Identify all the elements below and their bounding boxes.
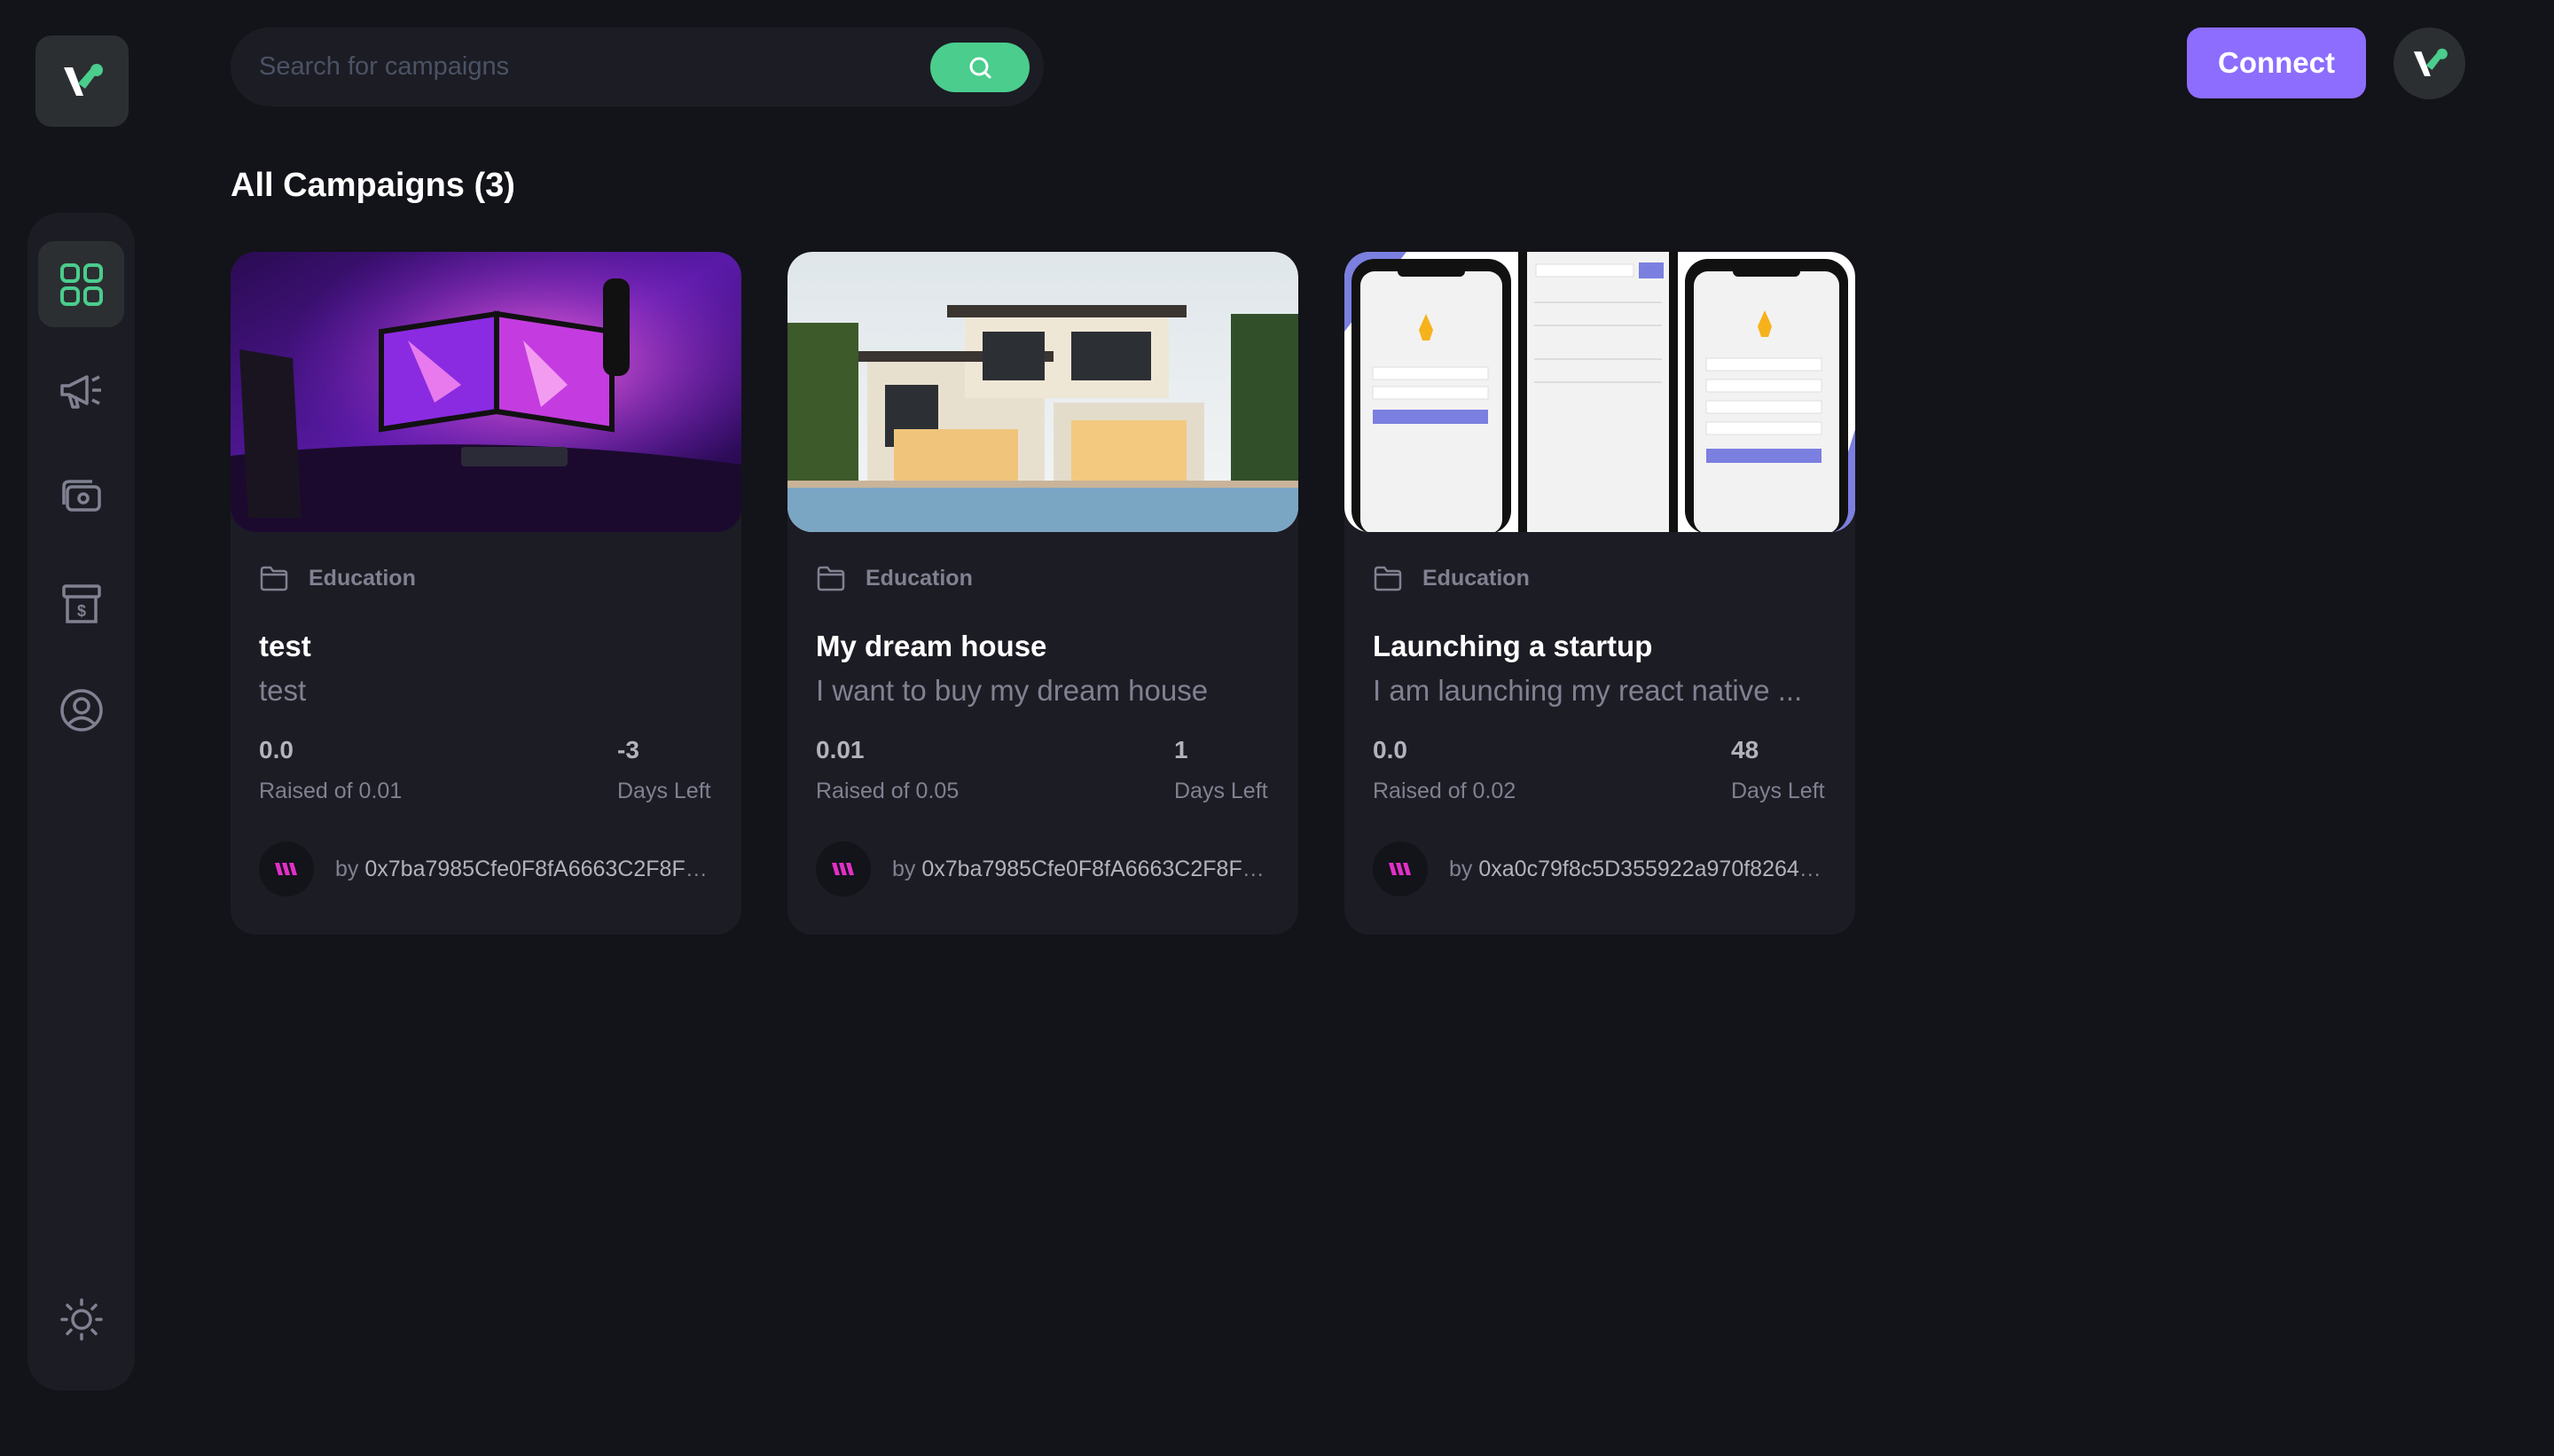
owner-id: 0xa0c79f8c5D355922a970f8264f... [1478,856,1821,881]
thirdweb-icon [832,863,854,875]
days-left-value: 48 [1731,736,1759,763]
amount-collected: 0.0 [259,736,294,763]
owner-avatar [816,842,871,896]
campaign-list: Education test test 0.0 Raised of 0.01 -… [231,252,1855,935]
owner-avatar [1373,842,1428,896]
profile-icon [59,688,103,732]
sidebar-item-payment[interactable] [38,454,124,540]
owner-prefix: by [335,856,365,881]
search-bar [231,27,1044,106]
thirdweb-icon [1389,863,1411,875]
campaign-description: I am launching my react native ... [1373,674,1803,707]
category-row: Education [1373,562,1827,594]
owner-prefix: by [892,856,922,881]
category-row: Education [259,562,713,594]
owner-address: by 0xa0c79f8c5D355922a970f8264f... [1449,857,1821,882]
category-label: Education [309,565,416,591]
sun-icon [59,1297,103,1341]
owner-row: by 0x7ba7985Cfe0F8fA6663C2F8Fc... [816,842,1270,896]
logo-icon [63,63,103,96]
days-left-label: Days Left [617,779,711,803]
campaign-title: test [259,630,311,662]
campaign-description: I want to buy my dream house [816,674,1209,707]
days-left-value: 1 [1174,736,1188,763]
days-left-value: -3 [617,736,639,763]
svg-text:$: $ [76,602,85,620]
campaign-image [1344,252,1855,532]
days-left-label: Days Left [1731,779,1825,803]
search-icon [969,57,991,78]
owner-row: by 0xa0c79f8c5D355922a970f8264f... [1373,842,1827,896]
category-row: Education [816,562,1270,594]
sidebar-item-dashboard[interactable] [38,241,124,327]
campaign-image [787,252,1298,532]
sidebar-item-profile[interactable] [38,667,124,753]
owner-id: 0x7ba7985Cfe0F8fA6663C2F8Fc... [921,856,1265,881]
campaign-image [231,252,741,532]
theme-toggle[interactable] [38,1276,124,1362]
campaign-title: My dream house [816,630,1047,662]
category-label: Education [866,565,973,591]
sidebar: $ [27,213,135,1390]
sidebar-item-withdraw[interactable]: $ [38,560,124,646]
amount-collected: 0.0 [1373,736,1407,763]
folder-icon [1374,566,1402,591]
withdraw-icon: $ [61,583,101,623]
owner-id: 0x7ba7985Cfe0F8fA6663C2F8Fc... [364,856,708,881]
campaign-description: test [259,674,307,707]
app-root: $ Connect [0,0,2554,1456]
thirdweb-icon [275,863,297,875]
folder-icon [817,566,845,591]
profile-avatar[interactable] [2393,27,2465,99]
raised-label: Raised of 0.05 [816,779,960,803]
connect-button[interactable]: Connect [2187,27,2366,98]
campaign-card[interactable]: Education My dream house I want to buy m… [787,252,1298,935]
logo[interactable] [35,35,129,127]
folder-icon [260,566,288,591]
category-label: Education [1422,565,1530,591]
owner-row: by 0x7ba7985Cfe0F8fA6663C2F8Fc... [259,842,713,896]
search-input[interactable] [259,52,930,82]
owner-prefix: by [1449,856,1479,881]
raised-label: Raised of 0.01 [259,779,403,803]
page-title: All Campaigns (3) [231,167,515,204]
campaign-card[interactable]: Education test test 0.0 Raised of 0.01 -… [231,252,741,935]
campaign-icon [59,374,101,409]
sidebar-item-campaign[interactable] [38,348,124,434]
days-left-label: Days Left [1174,779,1268,803]
campaign-title: Launching a startup [1373,630,1653,662]
owner-avatar [259,842,314,896]
campaign-card[interactable]: Education Launching a startup I am launc… [1344,252,1855,935]
payment-icon [61,479,101,512]
raised-label: Raised of 0.02 [1373,779,1516,803]
dashboard-icon [59,262,103,306]
amount-collected: 0.01 [816,736,865,763]
owner-address: by 0x7ba7985Cfe0F8fA6663C2F8Fc... [892,857,1265,882]
logo-icon [2413,48,2448,76]
search-button[interactable] [930,42,1030,92]
owner-address: by 0x7ba7985Cfe0F8fA6663C2F8Fc... [335,857,708,882]
